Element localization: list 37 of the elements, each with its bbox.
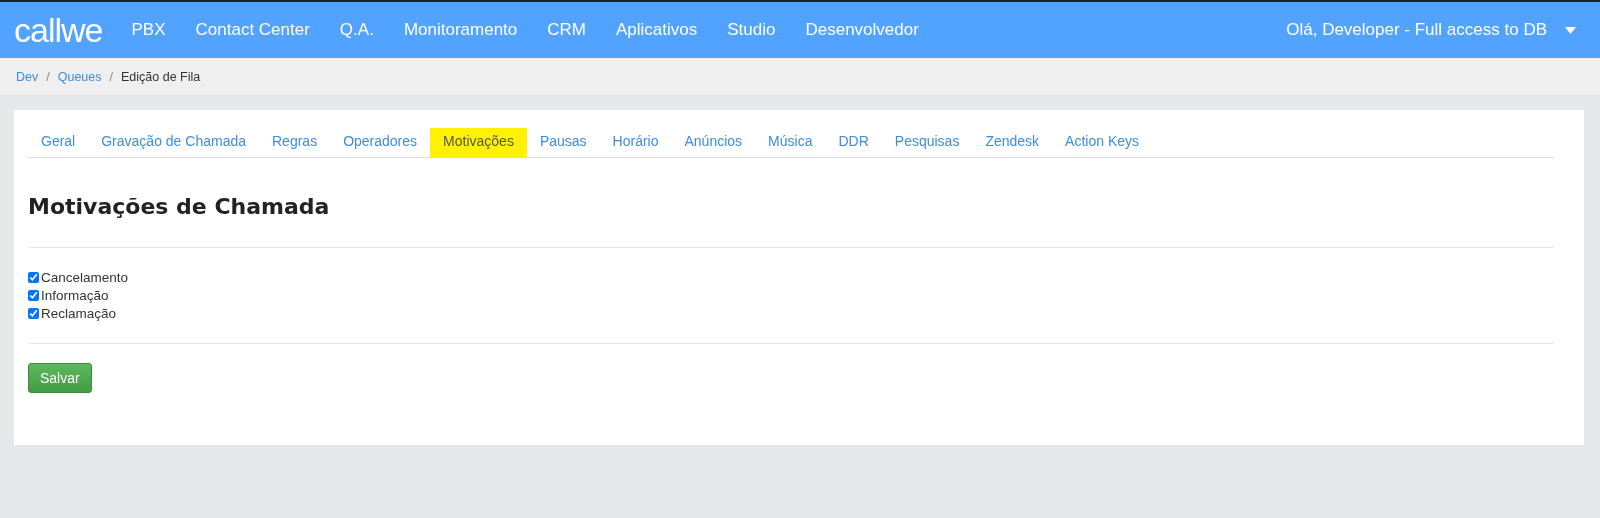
nav-link[interactable]: Aplicativos [601, 20, 713, 40]
tab[interactable]: Geral [28, 128, 89, 158]
tab[interactable]: DDR [825, 128, 882, 158]
tab[interactable]: Motivações [430, 128, 527, 158]
breadcrumb-link[interactable]: Queues [57, 69, 102, 84]
breadcrumb-separator: / [46, 69, 50, 84]
breadcrumb-separator: / [109, 69, 113, 84]
save-button[interactable]: Salvar [28, 363, 92, 393]
nav-link[interactable]: Contact Center [180, 20, 325, 40]
nav-link[interactable]: Monitoramento [388, 20, 533, 40]
tab[interactable]: Anúncios [671, 128, 756, 158]
tab[interactable]: Música [755, 128, 826, 158]
breadcrumb-current: Edição de Fila [121, 69, 201, 84]
checkbox[interactable] [28, 272, 39, 283]
nav-link[interactable]: PBX [116, 20, 181, 40]
user-menu[interactable]: Olá, Developer - Full access to DB [1286, 20, 1586, 40]
checkbox-label: Cancelamento [41, 270, 129, 285]
breadcrumb-link[interactable]: Dev [16, 69, 39, 84]
tab[interactable]: Operadores [330, 128, 431, 158]
logo[interactable]: callwe [14, 13, 103, 47]
tab[interactable]: Horário [599, 128, 672, 158]
nav-link[interactable]: CRM [532, 20, 601, 40]
caret-icon [1565, 26, 1576, 34]
tab[interactable]: Zendesk [972, 128, 1053, 158]
tab[interactable]: Pausas [526, 128, 600, 158]
checkbox-label: Informação [41, 288, 109, 303]
checkbox[interactable] [28, 308, 39, 319]
checkbox[interactable] [28, 290, 39, 301]
tab[interactable]: Regras [259, 128, 331, 158]
tab[interactable]: Action Keys [1052, 128, 1153, 158]
nav-link[interactable]: Desenvolvedor [790, 20, 934, 40]
tab[interactable]: Pesquisas [881, 128, 973, 158]
section-heading: Motivações de Chamada [28, 194, 331, 219]
tab[interactable]: Gravação de Chamada [88, 128, 259, 158]
nav-link[interactable]: Q.A. [324, 20, 389, 40]
checkbox-label: Reclamação [41, 306, 117, 321]
nav-link[interactable]: Studio [712, 20, 791, 40]
